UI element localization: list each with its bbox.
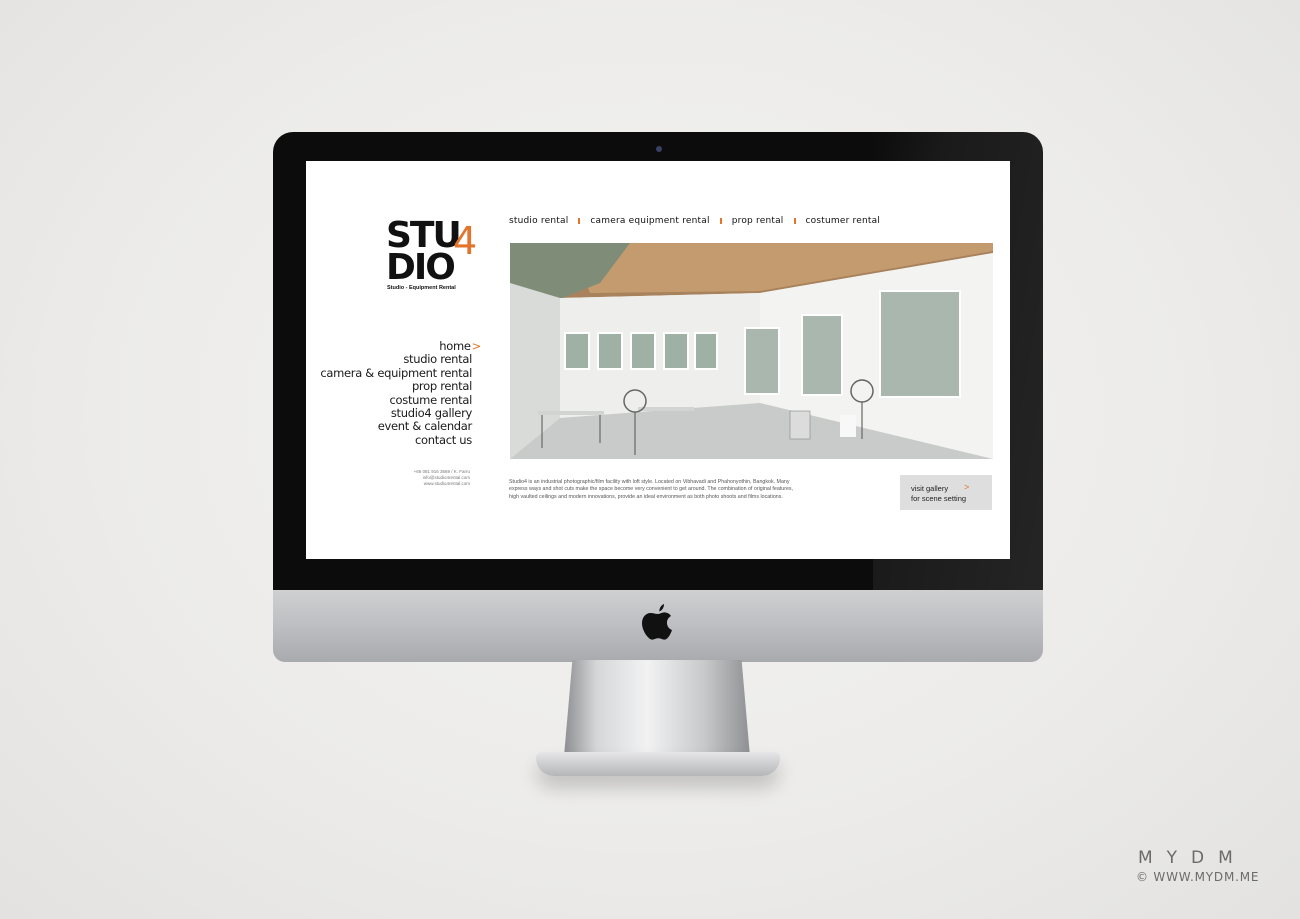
top-nav-separator [793, 217, 796, 224]
side-nav-event-calendar[interactable]: event & calendar [320, 420, 473, 434]
logo-tagline: Studio - Equipment Rental [387, 285, 456, 291]
visit-gallery-button[interactable]: visit gallery for scene setting > [900, 475, 992, 510]
apple-logo-icon [642, 604, 672, 640]
logo-four: 4 [453, 219, 478, 263]
side-nav-home-label: home [439, 339, 471, 353]
chevron-right-icon: > [471, 339, 482, 353]
monitor-stand-foot [536, 752, 780, 776]
side-nav-prop-rental[interactable]: prop rental [320, 379, 472, 393]
contact-info: +66 081 916 3669 / K. Farru info@studio4… [414, 469, 470, 487]
side-nav-studio4-gallery[interactable]: studio4 gallery [320, 406, 472, 420]
top-nav-studio-rental[interactable]: studio rental [509, 216, 568, 226]
side-nav: home> studio rental camera & equipment r… [320, 339, 481, 447]
camera-icon [656, 146, 662, 152]
studio-hero-image [510, 243, 993, 459]
side-nav-contact-us[interactable]: contact us [320, 433, 472, 447]
studio4-logo[interactable]: STU DIO 4 Studio - Equipment Rental [386, 218, 486, 293]
side-nav-studio-rental[interactable]: studio rental [320, 352, 472, 366]
top-nav-separator [578, 217, 581, 224]
top-nav-prop-rental[interactable]: prop rental [732, 216, 784, 226]
studio-description: Studio4 is an industrial photographic/fi… [509, 479, 794, 500]
gallery-button-line2: for scene setting [911, 494, 967, 503]
side-nav-costume-rental[interactable]: costume rental [320, 393, 473, 407]
gallery-button-line1: visit gallery [911, 484, 949, 493]
website-screen: STU DIO 4 Studio - Equipment Rental stud… [306, 161, 1010, 559]
watermark-brand: MYDM [1138, 848, 1247, 868]
contact-web[interactable]: www.studio4rental.com [414, 481, 470, 487]
side-nav-camera-equipment-rental[interactable]: camera & equipment rental [320, 366, 472, 380]
side-nav-home[interactable]: home> [320, 339, 482, 353]
top-nav: studio rental camera equipment rental prop… [509, 216, 880, 226]
logo-line2: DIO [386, 247, 456, 288]
chevron-right-icon: > [964, 482, 970, 492]
top-nav-costumer-rental[interactable]: costumer rental [806, 216, 881, 226]
watermark-copyright: © WWW.MYDM.ME [1136, 870, 1260, 884]
top-nav-camera-equipment-rental[interactable]: camera equipment rental [590, 216, 709, 226]
top-nav-separator [719, 217, 722, 224]
